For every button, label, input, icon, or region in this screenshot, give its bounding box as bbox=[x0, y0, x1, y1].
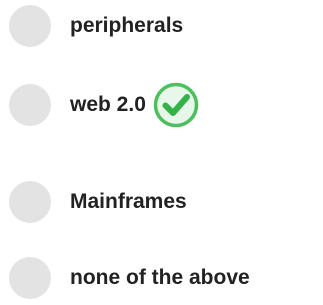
option-label: web 2.0 bbox=[70, 93, 146, 116]
checkmark-circle-icon bbox=[153, 82, 199, 128]
option-web-2-0[interactable]: web 2.0 bbox=[9, 80, 199, 130]
option-peripherals[interactable]: peripherals bbox=[9, 1, 183, 51]
option-mainframes[interactable]: Mainframes bbox=[9, 177, 187, 227]
option-label: Mainframes bbox=[70, 190, 187, 213]
radio-button[interactable] bbox=[9, 181, 51, 223]
option-label: none of the above bbox=[70, 266, 250, 289]
radio-button[interactable] bbox=[9, 84, 51, 126]
radio-button[interactable] bbox=[9, 257, 51, 299]
radio-button[interactable] bbox=[9, 5, 51, 47]
option-none-of-the-above[interactable]: none of the above bbox=[9, 253, 250, 303]
answer-options: peripherals web 2.0 Mainframes none of t… bbox=[0, 0, 323, 305]
option-label: peripherals bbox=[70, 14, 184, 37]
